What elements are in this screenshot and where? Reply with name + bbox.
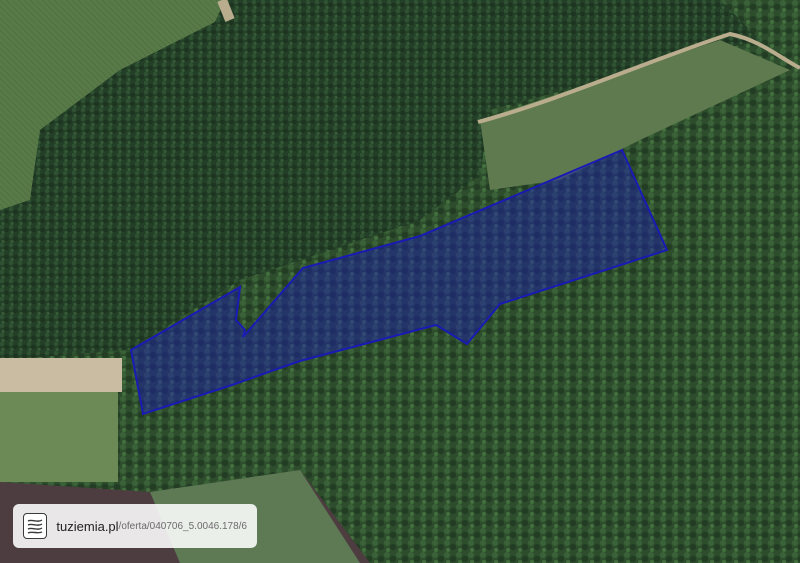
road-left <box>0 358 122 392</box>
satellite-map[interactable] <box>0 0 800 563</box>
contour-lines-logo-icon <box>23 513 48 539</box>
field-bottom-left <box>0 392 118 482</box>
watermark-domain: tuziemia.pl <box>56 518 119 534</box>
watermark-path: /oferta/040706_5.0046.178/6 <box>118 520 247 532</box>
watermark-badge: tuziemia.pl /oferta/040706_5.0046.178/6 <box>13 504 257 548</box>
